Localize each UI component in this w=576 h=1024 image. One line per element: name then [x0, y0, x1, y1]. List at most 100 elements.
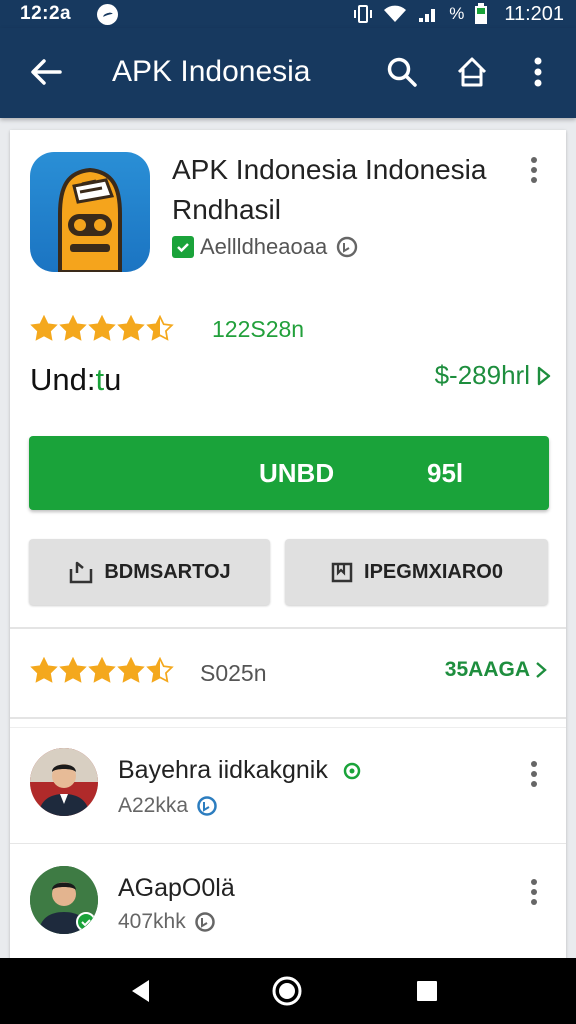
review-item[interactable]: AGapO0lä 407khk: [10, 846, 566, 956]
nav-home-button[interactable]: [270, 974, 304, 1008]
avatar: [30, 748, 98, 816]
review-item[interactable]: Bayehra iidkakgnik A22kka: [10, 730, 566, 840]
reviewer-name-text: Bayehra iidkakgnik: [118, 756, 328, 784]
wifi-icon: [384, 5, 407, 22]
installs-prefix: Und:: [30, 362, 96, 397]
install-label: UNBD: [259, 458, 335, 488]
dot-icon: [531, 889, 537, 895]
square-recents-icon: [417, 981, 437, 1001]
review-meta-text: 407khk: [118, 910, 186, 933]
home-icon: [457, 57, 487, 87]
install-size-label: 95l: [427, 458, 464, 488]
star-icon: [59, 315, 87, 341]
dot-icon: [531, 771, 537, 777]
star-icon: [88, 315, 116, 341]
wishlist-label: IPEGMXIARO0: [364, 560, 503, 583]
star-icon: [88, 657, 116, 683]
person-photo-icon: [30, 866, 98, 934]
star-icon: [117, 315, 145, 341]
messenger-icon: [97, 3, 119, 25]
star-icon: [59, 657, 87, 683]
vibrate-icon: [354, 5, 373, 23]
battery-percent: %: [449, 4, 465, 23]
reviewer-name: Bayehra iidkakgnik: [118, 756, 361, 785]
share-label: BDMSARTOJ: [104, 560, 231, 583]
price-label: $-289hrl: [434, 360, 530, 390]
dot-icon: [531, 167, 537, 173]
divider: [10, 727, 566, 728]
review-meta: A22kka: [118, 794, 218, 818]
review-meta: 407khk: [118, 910, 216, 934]
status-icons: % 11:201: [353, 3, 564, 26]
nav-recents-button[interactable]: [410, 974, 444, 1008]
status-time: 12:2a: [20, 3, 72, 24]
more-vert-icon: [534, 57, 542, 87]
taxi-robot-icon: [58, 167, 122, 272]
divider: [10, 627, 566, 629]
touch-icon: [337, 236, 358, 258]
dot-icon: [531, 879, 537, 885]
divider: [10, 843, 566, 844]
home-button[interactable]: [450, 50, 494, 94]
app-title-line2: Rndhasil: [172, 194, 281, 225]
app-detail-card: APK Indonesia Indonesia Rndhasil Aellldh…: [10, 130, 566, 960]
app-rating-count: 122S28n: [212, 316, 305, 342]
battery-icon: [475, 3, 488, 24]
status-bar: 12:2a % 11:201: [0, 0, 576, 28]
bookmark-icon: [331, 562, 353, 583]
touch-icon: [197, 796, 217, 816]
installs-accent: t: [95, 362, 105, 397]
back-button[interactable]: [26, 52, 66, 92]
reviewer-name: AGapO0lä: [118, 874, 235, 902]
dot-icon: [531, 157, 537, 163]
arrow-left-icon: [31, 59, 62, 85]
rating-summary-count: S025n: [200, 660, 267, 686]
wishlist-button[interactable]: IPEGMXIARO0: [285, 539, 548, 605]
app-overflow-menu[interactable]: [522, 150, 546, 190]
star-icon: [117, 657, 145, 683]
touch-icon: [194, 912, 215, 932]
search-button[interactable]: [380, 50, 424, 94]
review-meta-text: A22kka: [118, 794, 189, 817]
share-button[interactable]: BDMSARTOJ: [29, 539, 270, 605]
review-overflow-menu[interactable]: [522, 754, 546, 794]
app-rating-stars: [30, 315, 174, 341]
app-title: APK Indonesia Indonesia Rndhasil: [172, 150, 502, 230]
person-photo-icon: [30, 748, 98, 816]
star-icon: [146, 315, 174, 341]
dot-icon: [531, 761, 537, 767]
play-arrow-icon: [536, 662, 547, 678]
install-button[interactable]: UNBD 95l: [29, 436, 549, 510]
page-title: APK Indonesia: [112, 55, 311, 88]
divider: [10, 717, 566, 719]
dot-icon: [531, 781, 537, 787]
installs-suffix: u: [104, 362, 122, 397]
search-icon: [387, 57, 417, 87]
developer-name: Aellldheaoaa: [200, 234, 328, 259]
signal-icon: [419, 9, 436, 22]
price-link[interactable]: $-289hrl: [435, 360, 552, 391]
star-icon: [30, 315, 58, 341]
rating-summary-stars: [30, 657, 174, 683]
installs-label: Und:tu: [30, 362, 121, 398]
status-clock: 11:201: [504, 2, 564, 25]
more-options-button[interactable]: [516, 50, 560, 94]
circle-home-icon: [272, 976, 302, 1006]
review-overflow-menu[interactable]: [522, 872, 546, 912]
developer-row[interactable]: Aellldheaoaa: [172, 234, 359, 260]
rating-summary-link[interactable]: 35AAGA: [445, 658, 548, 682]
play-arrow-icon: [537, 366, 551, 385]
app-bar: APK Indonesia: [0, 28, 576, 118]
app-title-line1: APK Indonesia Indonesia: [172, 154, 487, 185]
verified-check-icon: [172, 236, 194, 258]
verified-badge-icon: [343, 763, 361, 780]
star-icon: [30, 657, 58, 683]
star-icon: [146, 657, 174, 683]
dot-icon: [531, 899, 537, 905]
nav-back-button[interactable]: [124, 974, 158, 1008]
rating-summary-link-label: 35AAGA: [444, 658, 530, 681]
triangle-back-icon: [132, 980, 149, 1002]
dot-icon: [531, 177, 537, 183]
share-icon: [70, 561, 93, 584]
app-icon: [30, 152, 150, 272]
